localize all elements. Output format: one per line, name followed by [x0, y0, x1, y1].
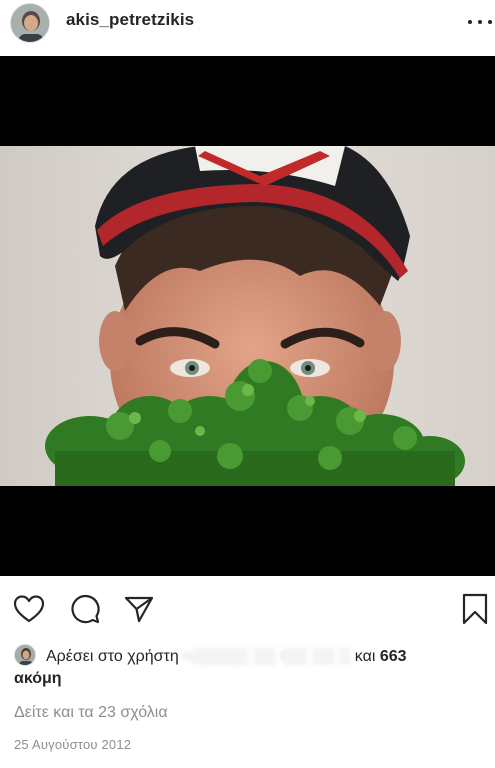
dot — [478, 20, 482, 24]
likes-count[interactable]: 663 — [380, 648, 407, 665]
post-timestamp: 25 Αυγούστου 2012 — [14, 737, 132, 752]
likes-suffix[interactable]: ακόμη — [14, 670, 62, 687]
post-photo[interactable] — [0, 56, 495, 576]
bookmark-icon[interactable] — [458, 592, 492, 626]
action-bar — [0, 586, 495, 630]
likes-summary: Αρέσει στο χρήστη n▒▒▒▒▒ ▒▒ t▒▒ ▒▒ ▒ και… — [14, 644, 484, 690]
share-icon[interactable] — [122, 592, 156, 626]
comment-icon[interactable] — [68, 592, 102, 626]
liker-username-blurred[interactable]: n▒▒▒▒▒ ▒▒ t▒▒ ▒▒ ▒ — [183, 646, 350, 668]
dot — [488, 20, 492, 24]
user-avatar[interactable] — [10, 3, 50, 43]
likes-prefix: Αρέσει στο χρήστη — [46, 648, 179, 665]
view-all-comments-link[interactable]: Δείτε και τα 23 σχόλια — [14, 704, 168, 722]
liker-avatar[interactable] — [14, 644, 36, 666]
more-options-icon[interactable] — [468, 12, 492, 32]
heart-icon[interactable] — [12, 592, 46, 626]
username-link[interactable]: akis_petretzikis — [66, 10, 194, 30]
post-image — [0, 146, 495, 486]
dot — [468, 20, 472, 24]
post-header: akis_petretzikis — [0, 0, 495, 56]
likes-and-label: και — [354, 648, 376, 665]
